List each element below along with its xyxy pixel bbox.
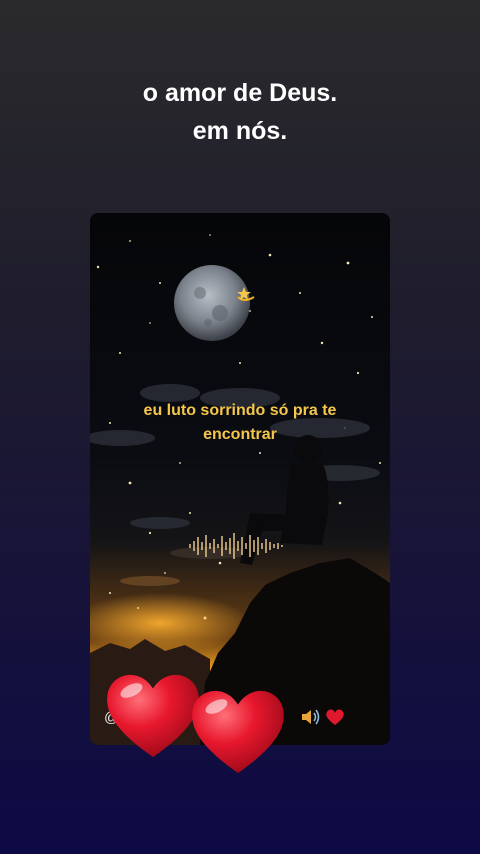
caption: o amor de Deus. em nós.: [0, 74, 480, 150]
lyric-line-2: encontrar: [203, 426, 277, 443]
heart-icon: [192, 690, 284, 774]
moon: [174, 265, 250, 341]
caption-line-1: o amor de Deus.: [142, 79, 338, 107]
lyric-caption: eu luto sorrindo só pra te encontrar: [118, 399, 362, 447]
audio-waveform-icon: [189, 533, 283, 559]
lyric-line-1: eu luto sorrindo só pra te: [143, 402, 337, 419]
heart-icon[interactable]: [325, 708, 345, 726]
speaker-icon[interactable]: [300, 707, 322, 727]
caption-line-2: em nós.: [192, 117, 288, 145]
night-scene: [90, 234, 390, 745]
video-card[interactable]: eu luto sorrindo só pra te encontrar @: [90, 213, 390, 745]
